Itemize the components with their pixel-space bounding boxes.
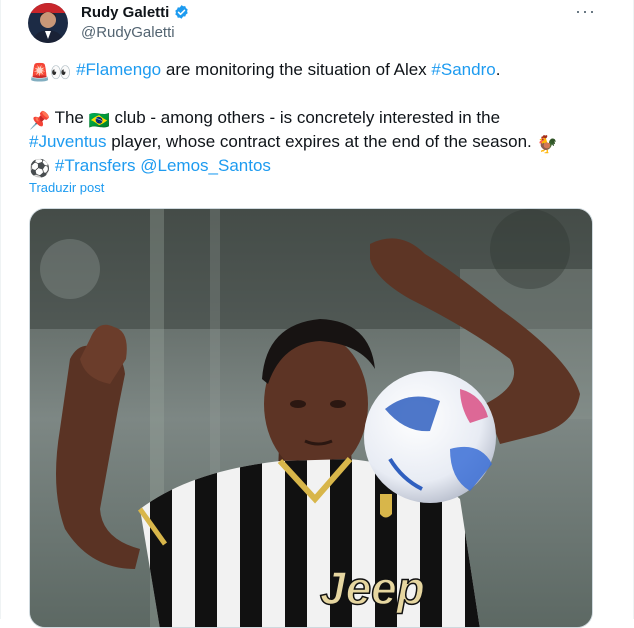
tweet-line-3: #Juventus player, whose contract expires… [29,130,609,154]
tweet-card: Rudy Galetti @RudyGaletti ··· 🚨👀 #Flamen… [0,0,634,628]
football-player-photo-icon: Jeep [30,209,592,627]
translate-post-link[interactable]: Traduzir post [29,180,104,195]
hashtag-juventus[interactable]: #Juventus [29,132,107,151]
eyes-emoji-icon: 👀 [50,63,72,82]
tweet-text-segment: club - among others - is concretely inte… [109,108,501,127]
hashtag-flamengo[interactable]: #Flamengo [76,60,161,79]
tweet-text-segment: . [495,60,501,79]
mention-lemos-santos[interactable]: @Lemos_Santos [140,156,271,175]
soccer-ball-emoji-icon: ⚽ [29,159,51,178]
author-avatar[interactable] [28,3,68,43]
author-handle[interactable]: @RudyGaletti [81,24,175,41]
tweet-line-1: 🚨👀 #Flamengo are monitoring the situatio… [29,58,609,82]
siren-emoji-icon: 🚨 [29,63,51,82]
rooster-emoji-icon: 🐓 [536,135,558,154]
tweet-text: 🚨👀 #Flamengo are monitoring the situatio… [29,58,609,178]
more-options-icon[interactable]: ··· [575,1,596,22]
tweet-text-segment: The [50,108,89,127]
author-name-row: Rudy Galetti [81,4,190,21]
jersey-sponsor-text: Jeep [320,562,425,614]
verified-badge-icon [173,4,190,21]
hashtag-transfers[interactable]: #Transfers [55,156,136,175]
tweet-media-photo[interactable]: Jeep [29,208,593,628]
hashtag-sandro[interactable]: #Sandro [431,60,495,79]
tweet-line-2: 📌 The 🇧🇷 club - among others - is concre… [29,106,609,130]
author-name[interactable]: Rudy Galetti [81,4,169,21]
tweet-line-4: ⚽ #Transfers @Lemos_Santos [29,154,609,178]
tweet-text-segment: player, whose contract expires at the en… [106,132,537,151]
tweet-text-segment: are monitoring the situation of Alex [161,60,432,79]
avatar-icon [28,3,68,43]
